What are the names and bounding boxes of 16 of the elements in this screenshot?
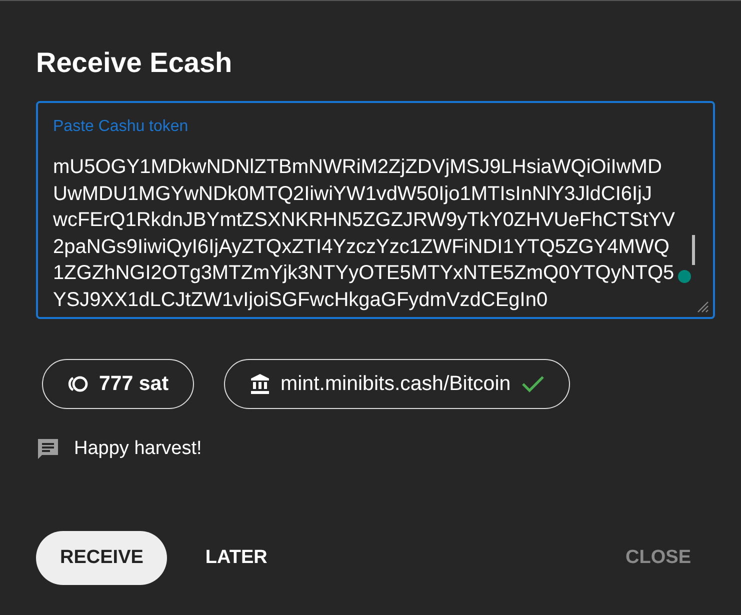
memo-text: Happy harvest!	[74, 438, 202, 460]
token-field[interactable]	[36, 101, 715, 319]
field-label: Paste Cashu token	[53, 117, 188, 137]
text-button[interactable]: LATER	[181, 531, 292, 585]
check-icon	[520, 374, 545, 394]
dialog-title: Receive Ecash	[36, 47, 234, 80]
resize-grip-icon[interactable]	[695, 299, 709, 313]
mint-chip[interactable]: mint.minibits.cash/Bitcoin	[224, 359, 570, 409]
token-text: mU5OGY1MDkwNDNlZTBmNWRiM2ZjZDVjMSJ9LHsiaWQiOiIwMD UwMDU1MGYwNDk0MTQ2IiwiYW1vdW50Ijo1MTIsInNlY3JldCI6IjJ wcFErQ1RkdnJBYmtZSXNKRHN5ZGZJRW9yTkY0ZHVUeFhCTStYV 2paNGs9IiwiQyI6IjAyZTQxZTI4YzczYzc1ZWFiNDI1YTQ5ZGY4MWQ 1ZGZhNGI2OTg3MTZmYjk3NTYyOTE5MTYxNTE5ZmQ0YTQyNTQ5 YSJ9XX1dLCJtZW1vIjoiSGFwcHkgaGFydmVzdCEgIn0	[53, 155, 676, 312]
coins-icon	[67, 375, 89, 393]
bank-icon	[248, 373, 271, 395]
receive-button[interactable]: RECEIVE	[36, 531, 168, 585]
cursor-handle[interactable]	[678, 270, 691, 283]
amount-chip[interactable]: 777 sat	[42, 359, 194, 409]
scrollbar-thumb[interactable]	[692, 235, 695, 265]
comment-icon	[36, 437, 60, 461]
